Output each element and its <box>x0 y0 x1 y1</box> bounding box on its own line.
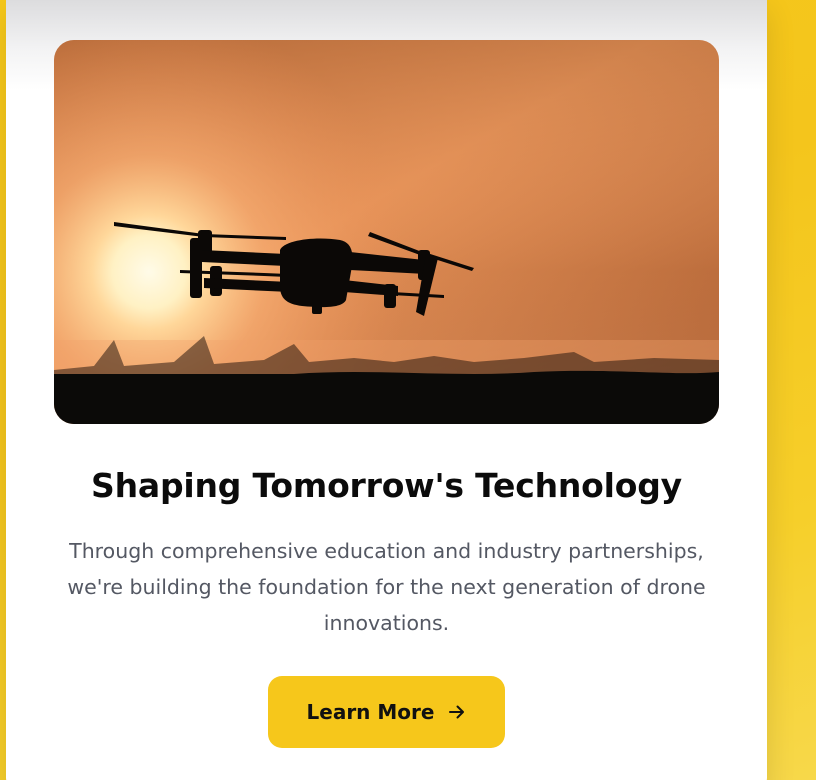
card-description: Through comprehensive education and indu… <box>67 539 706 635</box>
hero-image <box>54 40 719 424</box>
drone-sunset-illustration <box>54 40 719 424</box>
learn-more-button[interactable]: Learn More <box>268 676 505 748</box>
feature-card: Shaping Tomorrow's Technology Through co… <box>6 0 767 780</box>
arrow-right-icon <box>448 703 466 721</box>
learn-more-label: Learn More <box>306 700 435 724</box>
card-title: Shaping Tomorrow's Technology <box>91 466 682 505</box>
